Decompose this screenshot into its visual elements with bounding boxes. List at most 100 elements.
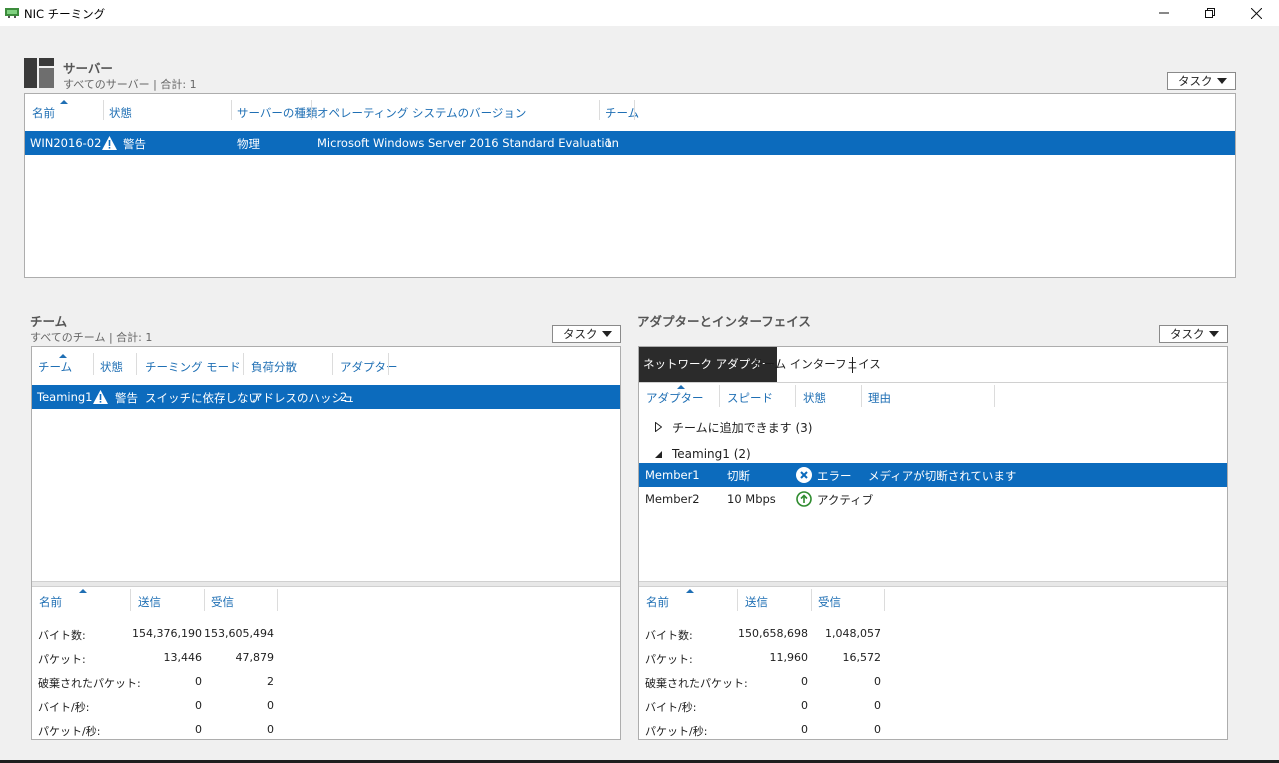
- table-row[interactable]: Member2 10 Mbps アクティブ: [639, 487, 1227, 511]
- adapters-task-label: タスク: [1170, 327, 1205, 341]
- group-label: Teaming1 (2): [672, 447, 751, 461]
- table-row[interactable]: Teaming1 警告 スイッチに依存しない アドレスのハッシュ 2: [32, 385, 620, 409]
- stat-sent-packets-per-sec: 0: [801, 723, 808, 736]
- stat-recv-bytes: 153,605,494: [204, 627, 274, 640]
- teams-title: チーム: [30, 314, 68, 329]
- sort-ascending-icon: [60, 100, 68, 104]
- team-status: 警告: [115, 391, 138, 405]
- stat-sent-dropped: 0: [801, 675, 808, 688]
- nic-teaming-app-icon: [5, 8, 19, 18]
- col-header-status[interactable]: 状態: [109, 105, 132, 121]
- close-icon: [1250, 7, 1262, 19]
- stat-label-bytes-per-sec: バイト/秒:: [38, 701, 90, 714]
- teams-task-button[interactable]: タスク: [552, 325, 621, 343]
- minimize-icon: [1159, 12, 1169, 14]
- col-header-teaming-mode[interactable]: チーミング モード: [145, 359, 241, 375]
- teams-panel: チーム 状態 チーミング モード 負荷分散 アダプター Teaming1 警告 …: [31, 346, 621, 740]
- adapters-task-button[interactable]: タスク: [1159, 325, 1228, 343]
- close-button[interactable]: [1233, 0, 1279, 26]
- stat-recv-packets-per-sec: 0: [874, 723, 881, 736]
- stat-sent-bytes: 150,658,698: [738, 627, 808, 640]
- servers-task-button[interactable]: タスク: [1167, 72, 1236, 90]
- teams-task-label: タスク: [563, 327, 598, 341]
- col-header-server-type[interactable]: サーバーの種類: [237, 105, 317, 121]
- chevron-down-icon: [1209, 331, 1219, 337]
- chevron-down-icon: [602, 331, 612, 337]
- stats-col-received: 受信: [818, 595, 841, 609]
- window-title: NIC チーミング: [24, 7, 106, 21]
- tab-team-interfaces[interactable]: チーム インターフェイス: [752, 347, 881, 382]
- adapter-speed: 切断: [727, 469, 750, 483]
- active-up-icon: [796, 491, 812, 507]
- col-header-adapter[interactable]: アダプター: [646, 390, 704, 406]
- stat-label-packets: パケット:: [38, 653, 86, 666]
- warning-icon: [102, 136, 117, 150]
- group-available-adapters[interactable]: チームに追加できます (3): [639, 417, 1227, 437]
- text-cursor: [852, 357, 853, 373]
- teams-subtitle: すべてのチーム | 合計: 1: [30, 331, 153, 344]
- adapter-status: エラー: [817, 469, 852, 483]
- col-header-status[interactable]: 状態: [803, 390, 826, 406]
- stat-sent-dropped: 0: [195, 675, 202, 688]
- servers-title: サーバー: [63, 61, 113, 76]
- stat-sent-bytes-per-sec: 0: [801, 699, 808, 712]
- splitter[interactable]: [639, 581, 1227, 587]
- restore-button[interactable]: [1187, 0, 1233, 26]
- sort-ascending-icon: [59, 354, 67, 358]
- table-row[interactable]: Member1 切断 エラー メディアが切断されています: [639, 463, 1227, 487]
- title-bar: NIC チーミング: [0, 0, 1279, 26]
- stat-label-bytes: バイト数:: [38, 629, 86, 642]
- chevron-down-icon: [1217, 78, 1227, 84]
- adapters-title: アダプターとインターフェイス: [637, 314, 811, 329]
- col-header-speed[interactable]: スピード: [727, 390, 773, 406]
- splitter[interactable]: [32, 581, 620, 587]
- stat-recv-bytes: 1,048,057: [825, 627, 881, 640]
- servers-subtitle: すべてのサーバー | 合計: 1: [63, 78, 197, 91]
- stats-col-name: 名前: [646, 595, 669, 609]
- server-status: 警告: [123, 137, 146, 151]
- server-type: 物理: [237, 137, 260, 151]
- expand-arrow-icon: [655, 422, 662, 432]
- team-load-balancing: アドレスのハッシュ: [251, 391, 355, 405]
- servers-table: 名前 状態 サーバーの種類 オペレーティング システムのバージョン チーム WI…: [24, 93, 1236, 278]
- stat-sent-bytes: 154,376,190: [132, 627, 202, 640]
- stat-recv-bytes-per-sec: 0: [874, 699, 881, 712]
- adapter-speed: 10 Mbps: [727, 492, 776, 506]
- stat-recv-bytes-per-sec: 0: [267, 699, 274, 712]
- stat-recv-packets: 16,572: [842, 651, 882, 664]
- col-header-reason[interactable]: 理由: [868, 390, 891, 406]
- col-header-os-version[interactable]: オペレーティング システムのバージョン: [317, 105, 526, 121]
- stat-label-bytes-per-sec: バイト/秒:: [645, 701, 697, 714]
- error-icon: [796, 467, 812, 483]
- stat-label-packets-per-sec: パケット/秒:: [645, 725, 708, 738]
- stat-recv-packets-per-sec: 0: [267, 723, 274, 736]
- server-teams: 1: [605, 136, 613, 150]
- adapter-name: Member2: [645, 492, 700, 506]
- group-teaming1[interactable]: Teaming1 (2): [639, 445, 1227, 465]
- col-header-name[interactable]: 名前: [32, 105, 55, 121]
- group-label: チームに追加できます (3): [672, 421, 813, 435]
- team-name: Teaming1: [37, 390, 93, 404]
- team-mode: スイッチに依存しない: [145, 391, 260, 405]
- stats-col-received: 受信: [211, 595, 234, 609]
- adapter-name: Member1: [645, 468, 700, 482]
- stat-label-bytes: バイト数:: [645, 629, 693, 642]
- server-icon: [24, 58, 54, 88]
- stat-recv-dropped: 2: [267, 675, 274, 688]
- col-header-load-balancing[interactable]: 負荷分散: [251, 359, 297, 375]
- col-header-status[interactable]: 状態: [100, 359, 123, 375]
- team-adapters: 2: [340, 390, 348, 404]
- adapter-status: アクティブ: [817, 493, 874, 507]
- sort-ascending-icon: [677, 385, 685, 389]
- sort-ascending-icon: [79, 589, 87, 593]
- col-header-team[interactable]: チーム: [38, 359, 72, 375]
- stats-col-name: 名前: [39, 595, 62, 609]
- stats-col-sent: 送信: [138, 595, 161, 609]
- restore-icon: [1205, 8, 1215, 18]
- table-row[interactable]: WIN2016-02 警告 物理 Microsoft Windows Serve…: [25, 131, 1235, 155]
- stat-label-packets-per-sec: パケット/秒:: [38, 725, 101, 738]
- adapter-reason: メディアが切断されています: [868, 469, 1017, 483]
- server-name: WIN2016-02: [30, 136, 102, 150]
- minimize-button[interactable]: [1141, 0, 1187, 26]
- stat-label-packets: パケット:: [645, 653, 693, 666]
